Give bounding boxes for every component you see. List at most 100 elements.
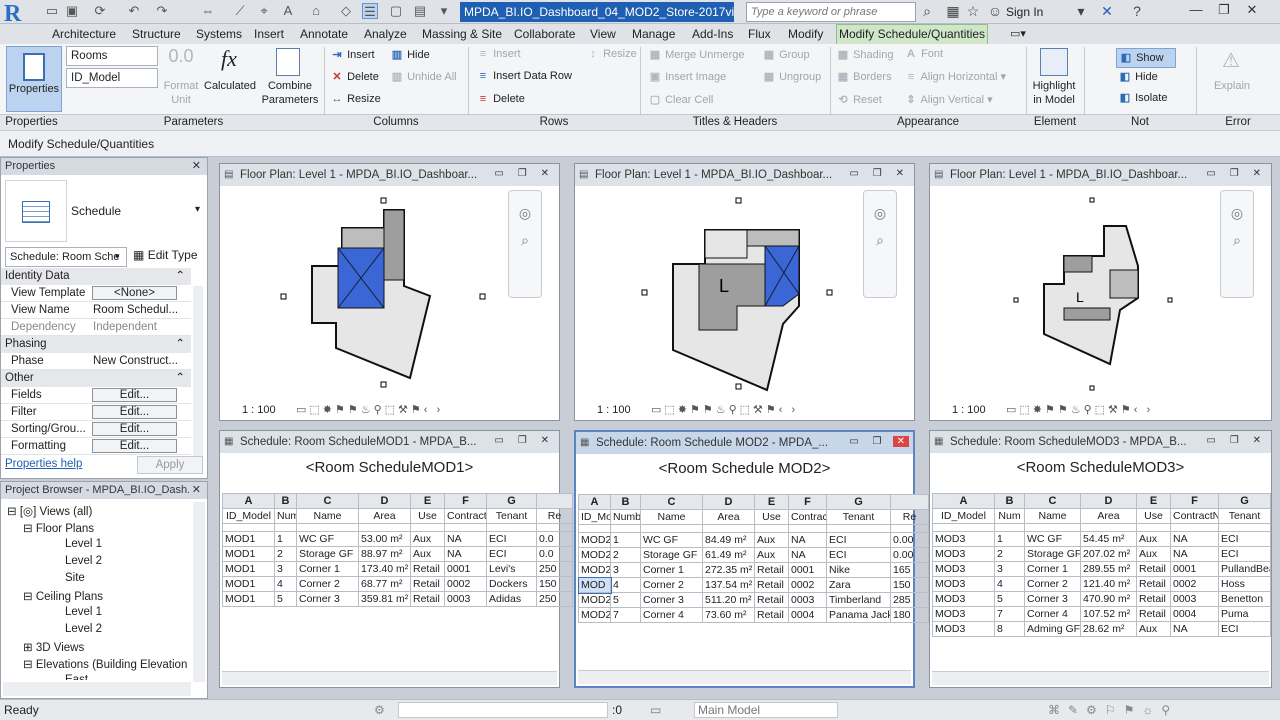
apply-button[interactable]: Apply [137,456,203,474]
table-cell[interactable]: Hoss [1218,576,1271,592]
table-cell[interactable]: Corner 3 [1024,591,1081,607]
table-cell[interactable]: MOD3 [932,576,995,592]
table-cell[interactable]: 3 [610,562,641,578]
table-cell[interactable]: Aux [410,531,445,547]
ungroup-button[interactable]: ▦ Ungroup [762,70,821,83]
table-cell[interactable]: 107.52 m² [1080,606,1137,622]
floor-plan-view-mod1[interactable]: Floor Plan: Level 1 - MPDA_BI.IO_Dashboa… [219,163,560,421]
table-cell[interactable]: 165 [890,562,929,578]
column-header[interactable]: Name [640,509,703,525]
column-hide-button[interactable]: ▥ Hide [390,48,430,61]
table-row[interactable]: MOD3 1 WC GF 54.45 m² Aux NA ECI [932,531,1271,547]
table-cell[interactable]: Corner 3 [640,592,703,608]
type-dropdown-icon[interactable]: ▾ [195,204,200,215]
schedule-hscrollbar[interactable] [578,670,911,684]
table-cell[interactable]: MOD1 [222,531,275,547]
table-cell[interactable]: MOD2 [578,592,611,608]
table-cell[interactable]: 8 [994,621,1025,637]
tree-3d-views[interactable]: ⊞ 3D Views [23,640,84,654]
table-cell[interactable]: Storage GF [1024,546,1081,562]
column-letters-row[interactable]: ABCDEFG [222,493,573,509]
minimize-icon[interactable]: — [1182,0,1210,20]
table-cell[interactable]: 0003 [444,591,487,607]
table-cell[interactable]: 88.97 m² [358,546,411,562]
table-cell[interactable]: 0.00 [890,532,929,548]
table-cell[interactable]: WC GF [640,532,703,548]
table-cell[interactable]: MOD [577,576,612,594]
group-button[interactable]: ▦ Group [762,48,810,61]
table-cell[interactable]: 2 [610,547,641,563]
table-cell[interactable]: 121.40 m² [1080,576,1137,592]
tab-manage[interactable]: Manage [632,24,675,44]
font-button[interactable]: A Font [904,48,943,60]
table-cell[interactable]: Retail [410,591,445,607]
view-window-controls[interactable]: ▭ ❐ ✕ [849,436,909,447]
dimension-icon[interactable]: ⟋ [232,3,248,19]
table-cell[interactable]: 207.02 m² [1080,546,1137,562]
table-cell[interactable]: Retail [1136,561,1171,577]
sync-icon[interactable]: ⟳ [92,3,108,19]
column-header[interactable]: Area [1080,508,1137,524]
tab-systems[interactable]: Systems [196,24,242,44]
table-cell[interactable]: Aux [1136,621,1171,637]
column-letter[interactable]: B [994,493,1025,509]
hide-button[interactable]: ◧ Hide [1118,70,1158,83]
table-cell[interactable]: 2 [274,546,297,562]
column-delete-button[interactable]: ✕ Delete [330,70,378,83]
table-cell[interactable]: ECI [1218,621,1271,637]
borders-button[interactable]: ▦ Borders [836,70,892,83]
column-letter[interactable]: G [486,493,537,509]
column-header[interactable]: Contract [788,509,827,525]
column-letter[interactable]: A [932,493,995,509]
table-row[interactable]: MOD2 5 Corner 3 511.20 m² Retail 0003 Timberla… [578,592,929,608]
column-letter[interactable]: D [1080,493,1137,509]
table-cell[interactable]: 0004 [1170,606,1219,622]
table-cell[interactable]: Nike [826,562,891,578]
3d-view-icon[interactable]: ⌂ [308,3,324,19]
close-icon[interactable]: ✕ [1238,0,1266,20]
header-row[interactable]: ID_Model Num Name Area Use ContractN Tenant [932,508,1271,524]
customize-qat-icon[interactable]: ▾ [436,3,452,19]
table-cell[interactable]: Levi's [486,561,537,577]
column-header[interactable]: Tenant [826,509,891,525]
table-cell[interactable]: 5 [994,591,1025,607]
view-scale[interactable]: 1 : 100 [952,404,986,416]
table-row[interactable]: MOD3 5 Corner 3 470.90 m² Retail 0003 Benetton [932,591,1271,607]
column-letter[interactable]: G [1218,493,1271,509]
table-cell[interactable]: Dockers [486,576,537,592]
table-cell[interactable]: Corner 2 [640,577,703,593]
table-row[interactable]: MOD2 3 Corner 1 272.35 m² Retail 0001 Nike 165 [578,562,929,578]
table-cell[interactable]: 28.62 m² [1080,621,1137,637]
schedule-table[interactable]: ABCDEFGID_ModelNumNameAreaUseContractNTe… [932,493,1271,637]
table-row[interactable]: MOD3 4 Corner 2 121.40 m² Retail 0002 Hoss [932,576,1271,592]
floor-plan-drawing-mod1[interactable] [220,188,520,398]
binoculars-icon[interactable]: ⌕ [918,3,936,20]
table-cell[interactable]: NA [444,531,487,547]
table-cell[interactable]: 7 [610,607,641,623]
table-cell[interactable]: 73.60 m² [702,607,755,623]
column-header[interactable]: Re [890,509,929,525]
schedule-table[interactable]: ABCDEFGID_ModelNumNameAreaUseContractNTe… [222,493,573,607]
browser-vscrollbar[interactable] [193,502,205,682]
table-cell[interactable]: Corner 1 [640,562,703,578]
group-phasing[interactable]: Phasing ⌃ [1,336,191,353]
column-header[interactable]: Numb [610,509,641,525]
search-input[interactable]: Type a keyword or phrase [746,2,916,22]
measure-icon[interactable]: ⇔ [200,3,216,19]
column-header[interactable]: Re [536,508,573,524]
table-cell[interactable]: MOD1 [222,591,275,607]
table-cell[interactable]: MOD1 [222,576,275,592]
header-row[interactable]: ID_ModelNumNameAreaUseContractNTenantRe [222,508,573,524]
highlight-in-model-button[interactable]: Highlight [1028,80,1080,92]
table-row[interactable]: MOD1 2 Storage GF 88.97 m² Aux NA ECI 0.0 [222,546,573,562]
table-cell[interactable]: Adming GF [1024,621,1081,637]
table-cell[interactable]: Retail [754,577,789,593]
table-cell[interactable]: Retail [1136,576,1171,592]
column-header[interactable]: ContractN [1170,508,1219,524]
table-cell[interactable]: 0004 [788,607,827,623]
table-cell[interactable]: 7 [994,606,1025,622]
table-cell[interactable]: 250 [536,561,573,577]
column-letter[interactable]: B [274,493,297,509]
table-cell[interactable]: Retail [410,561,445,577]
redo-icon[interactable]: ↷ [154,3,170,19]
